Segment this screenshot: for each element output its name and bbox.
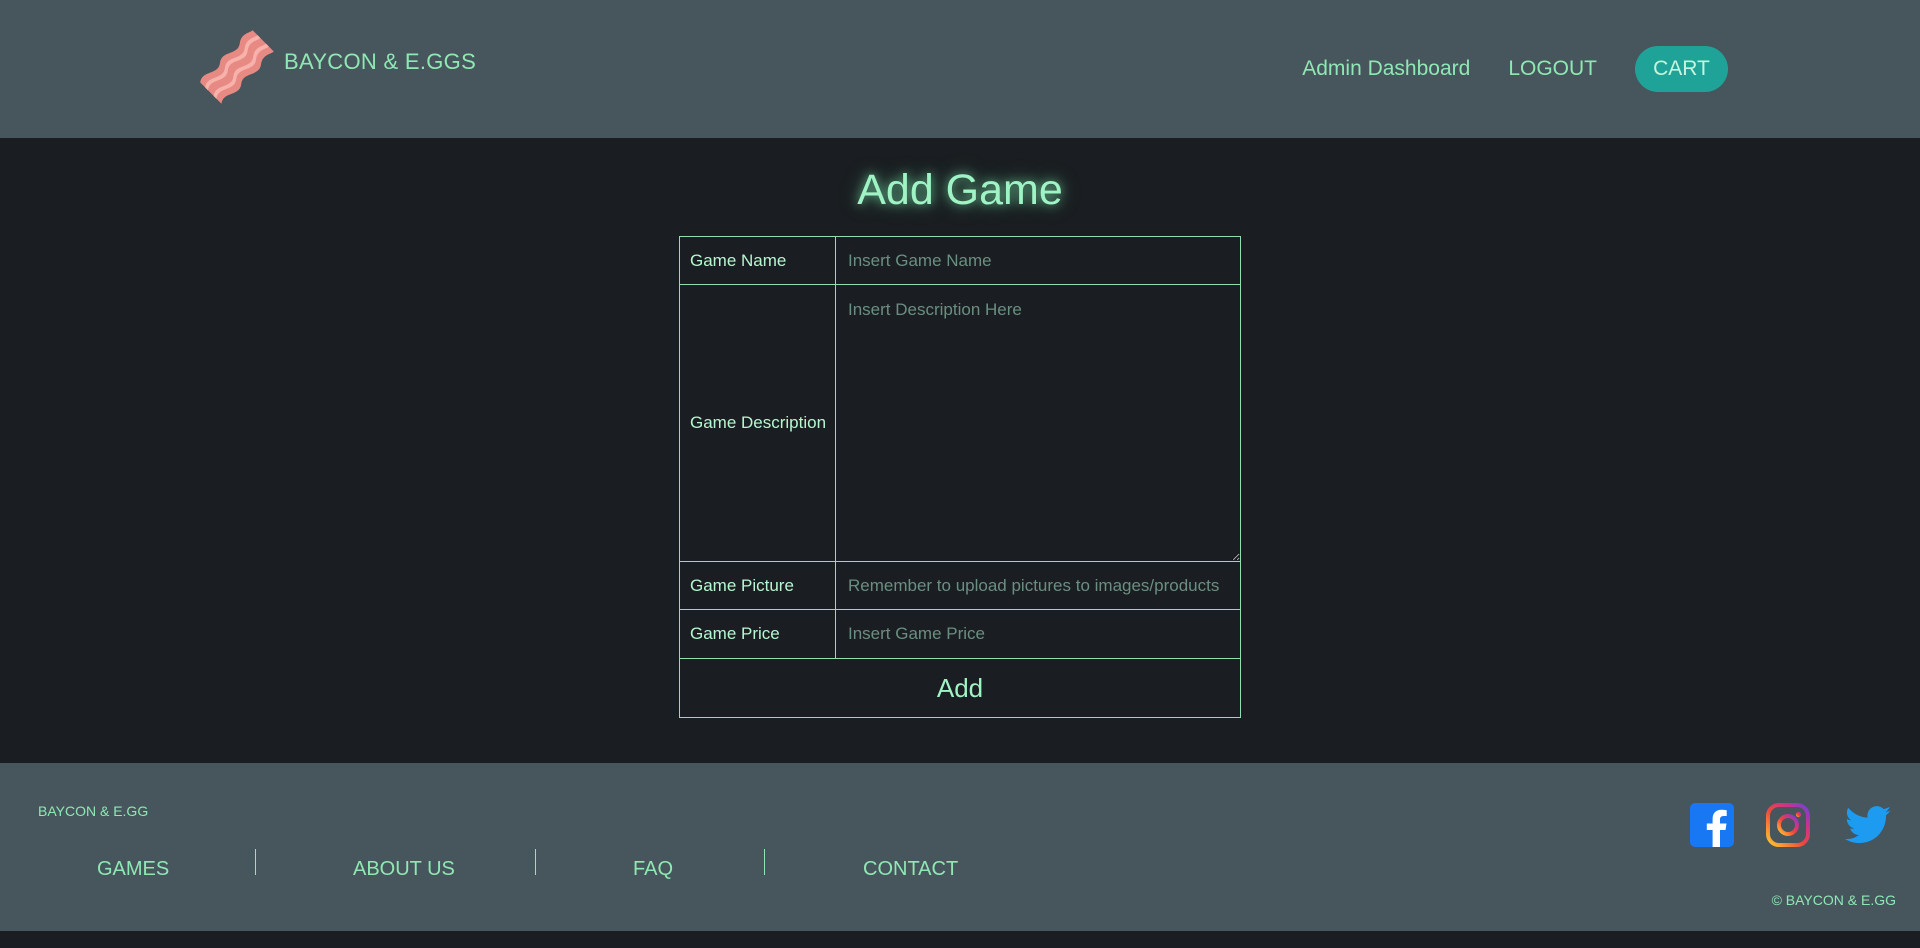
game-picture-input[interactable]: [836, 562, 1240, 609]
main-nav: Admin Dashboard LOGOUT CART: [1264, 46, 1728, 92]
game-picture-label: Game Picture: [679, 561, 836, 610]
game-name-input[interactable]: [836, 237, 1240, 284]
footer-link-faq[interactable]: FAQ: [633, 849, 673, 889]
game-description-textarea[interactable]: [836, 285, 1240, 561]
footer-divider: [764, 849, 765, 875]
footer-link-about-us[interactable]: ABOUT US: [353, 849, 455, 889]
instagram-icon[interactable]: [1764, 801, 1812, 849]
game-name-cell: [835, 236, 1241, 285]
game-price-input[interactable]: [836, 610, 1240, 658]
logout-link[interactable]: LOGOUT: [1508, 57, 1597, 81]
site-footer: BAYCON & E.GG GAMES ABOUT US FAQ CONTACT: [0, 763, 1920, 931]
game-description-cell: [835, 284, 1241, 562]
add-button[interactable]: Add: [680, 659, 1240, 717]
game-name-row: Game Name: [679, 236, 1241, 285]
game-picture-row: Game Picture: [679, 561, 1241, 610]
twitter-icon[interactable]: [1844, 801, 1892, 849]
page-bottom-strip: [0, 931, 1920, 948]
game-price-cell: [835, 609, 1241, 659]
game-price-label: Game Price: [679, 609, 836, 659]
copyright-text: © BAYCON & E.GG: [1771, 892, 1896, 908]
add-game-form: Game Name Game Description Game Picture …: [679, 236, 1241, 718]
game-price-row: Game Price: [679, 609, 1241, 659]
game-description-row: Game Description: [679, 284, 1241, 562]
logo-link[interactable]: BAYCON & E.GGS: [196, 26, 476, 108]
bacon-logo-icon: [200, 30, 274, 104]
footer-brand: BAYCON & E.GG: [38, 803, 149, 819]
admin-dashboard-link[interactable]: Admin Dashboard: [1302, 57, 1470, 81]
footer-divider: [535, 849, 536, 875]
game-description-label: Game Description: [679, 284, 836, 562]
add-cell: Add: [679, 658, 1241, 718]
game-name-label: Game Name: [679, 236, 836, 285]
site-header: BAYCON & E.GGS Admin Dashboard LOGOUT CA…: [0, 0, 1920, 138]
add-row: Add: [679, 658, 1241, 718]
page-title: Add Game: [857, 166, 1063, 214]
cart-button[interactable]: CART: [1635, 46, 1728, 92]
game-picture-cell: [835, 561, 1241, 610]
footer-divider: [255, 849, 256, 875]
facebook-icon[interactable]: [1688, 801, 1736, 849]
brand-name: BAYCON & E.GGS: [284, 49, 477, 74]
footer-link-contact[interactable]: CONTACT: [863, 849, 958, 889]
footer-link-games[interactable]: GAMES: [97, 849, 169, 889]
